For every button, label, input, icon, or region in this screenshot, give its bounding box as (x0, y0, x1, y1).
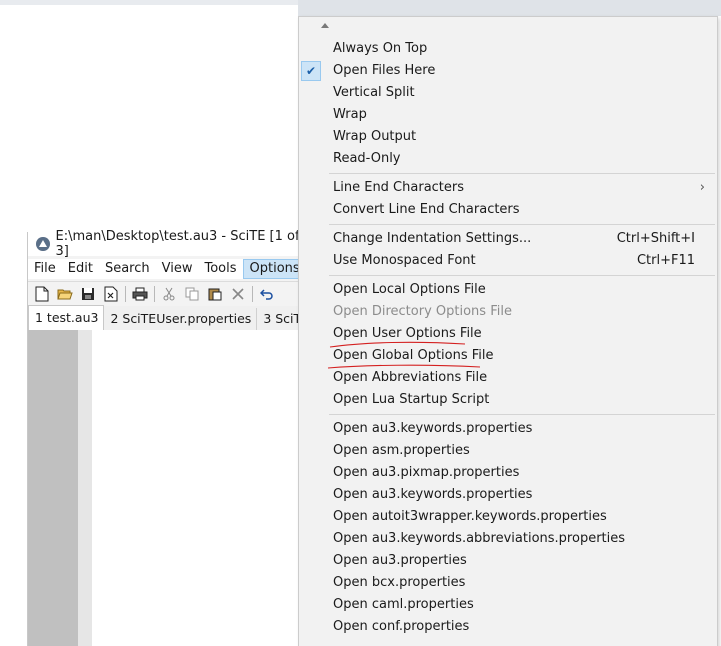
menu-item-label: Open caml.properties (333, 597, 474, 612)
menu-item-wrap-output[interactable]: Wrap Output (299, 126, 717, 148)
menu-item-open-bcx-properties[interactable]: Open bcx.properties (299, 572, 717, 594)
menu-item-label: Open Abbreviations File (333, 370, 488, 385)
menu-item-label: Always On Top (333, 41, 428, 56)
menu-separator (299, 411, 717, 418)
toolbar-separator (252, 286, 253, 302)
menu-item-open-au3-properties[interactable]: Open au3.properties (299, 550, 717, 572)
menu-item-label: Open Local Options File (333, 282, 486, 297)
delete-icon[interactable] (229, 285, 247, 303)
menu-item-label: Open conf.properties (333, 619, 470, 634)
new-file-icon[interactable] (33, 285, 51, 303)
menu-item-open-au3-keywords-properties[interactable]: Open au3.keywords.properties (299, 418, 717, 440)
file-tabs: 1 test.au3 2 SciTEUser.properties 3 SciT… (28, 305, 325, 330)
menu-item-label: Change Indentation Settings... (333, 231, 532, 246)
menu-item-open-directory-options-file: Open Directory Options File (299, 301, 717, 323)
menu-item-open-au3-keywords-abbreviations-properties[interactable]: Open au3.keywords.abbreviations.properti… (299, 528, 717, 550)
toolbar (28, 281, 308, 307)
menu-item-label: Open Lua Startup Script (333, 392, 490, 407)
undo-icon[interactable] (258, 285, 276, 303)
menu-item-open-conf-properties[interactable]: Open conf.properties (299, 616, 717, 638)
scite-window: E:\man\Desktop\test.au3 - SciTE [1 of 3]… (27, 229, 325, 646)
menu-search[interactable]: Search (99, 259, 156, 279)
title-bar: E:\man\Desktop\test.au3 - SciTE [1 of 3] (28, 229, 308, 259)
menu-item-shortcut: Ctrl+F11 (636, 253, 695, 268)
menu-item-label: Open Global Options File (333, 348, 494, 363)
menu-item-wrap[interactable]: Wrap (299, 104, 717, 126)
menu-scroll-up-icon[interactable] (321, 23, 329, 28)
menu-item-open-local-options-file[interactable]: Open Local Options File (299, 279, 717, 301)
tab-scite-user-properties[interactable]: 2 SciTEUser.properties (104, 308, 258, 330)
cut-icon[interactable] (160, 285, 178, 303)
menu-item-label: Vertical Split (333, 85, 415, 100)
copy-icon[interactable] (183, 285, 201, 303)
menu-item-label: Open au3.keywords.properties (333, 421, 533, 436)
editor-pane[interactable] (28, 330, 308, 646)
toolbar-separator (125, 286, 126, 302)
menu-tools[interactable]: Tools (198, 259, 242, 279)
menu-file[interactable]: File (28, 259, 62, 279)
menu-item-label: Open bcx.properties (333, 575, 466, 590)
toolbar-separator (154, 286, 155, 302)
menu-item-label: Wrap Output (333, 129, 417, 144)
options-menu-list: Always On Top ✔ Open Files Here Vertical … (299, 38, 717, 638)
menu-item-vertical-split[interactable]: Vertical Split (299, 82, 717, 104)
menu-item-label: Open au3.properties (333, 553, 467, 568)
menu-item-label: Open asm.properties (333, 443, 470, 458)
menu-item-label: Open autoit3wrapper.keywords.properties (333, 509, 607, 524)
menu-item-label: Convert Line End Characters (333, 202, 520, 217)
menu-item-label: Open au3.pixmap.properties (333, 465, 520, 480)
menu-item-open-global-options-file[interactable]: Open Global Options File (299, 345, 717, 367)
scite-app-icon (36, 237, 50, 251)
menu-item-label: Open au3.keywords.abbreviations.properti… (333, 531, 626, 546)
menu-item-open-files-here[interactable]: ✔ Open Files Here (299, 60, 717, 82)
menu-separator (299, 170, 717, 177)
menu-item-convert-line-end-characters[interactable]: Convert Line End Characters (299, 199, 717, 221)
menu-item-label: Line End Characters (333, 180, 465, 195)
menu-edit[interactable]: Edit (62, 259, 99, 279)
menu-bar: File Edit Search View Tools Options (28, 259, 308, 279)
menu-item-label: Wrap (333, 107, 367, 122)
open-folder-icon[interactable] (56, 285, 74, 303)
menu-separator (299, 221, 717, 228)
menu-item-open-au3-pixmap-properties[interactable]: Open au3.pixmap.properties (299, 462, 717, 484)
menu-separator (299, 272, 717, 279)
menu-item-label: Open Directory Options File (333, 304, 512, 319)
menu-item-label: Use Monospaced Font (333, 253, 476, 268)
menu-item-always-on-top[interactable]: Always On Top (299, 38, 717, 60)
menu-item-shortcut: Ctrl+Shift+I (616, 231, 695, 246)
menu-view[interactable]: View (156, 259, 199, 279)
menu-item-open-autoit3wrapper-keywords-properties[interactable]: Open autoit3wrapper.keywords.properties (299, 506, 717, 528)
print-icon[interactable] (131, 285, 149, 303)
menu-item-open-lua-startup-script[interactable]: Open Lua Startup Script (299, 389, 717, 411)
fold-margin (78, 330, 92, 646)
menu-item-open-asm-properties[interactable]: Open asm.properties (299, 440, 717, 462)
tab-test-au3[interactable]: 1 test.au3 (28, 305, 105, 330)
menu-item-label: Open au3.keywords.properties (333, 487, 533, 502)
screen: E:\man\Desktop\test.au3 - SciTE [1 of 3]… (0, 0, 721, 646)
menu-item-open-au3-keywords-properties-2[interactable]: Open au3.keywords.properties (299, 484, 717, 506)
menu-item-open-user-options-file[interactable]: Open User Options File (299, 323, 717, 345)
menu-item-label: Read-Only (333, 151, 401, 166)
checkmark-icon: ✔ (301, 61, 321, 81)
submenu-chevron-right-icon: › (699, 180, 705, 195)
background-tab-strip (298, 0, 721, 16)
options-dropdown-menu: Always On Top ✔ Open Files Here Vertical … (298, 16, 718, 646)
menu-item-open-abbreviations-file[interactable]: Open Abbreviations File (299, 367, 717, 389)
menu-item-open-caml-properties[interactable]: Open caml.properties (299, 594, 717, 616)
close-file-icon[interactable] (102, 285, 120, 303)
menu-item-label: Open Files Here (333, 63, 436, 78)
menu-item-line-end-characters[interactable]: Line End Characters › (299, 177, 717, 199)
menu-item-label: Open User Options File (333, 326, 482, 341)
menu-item-change-indentation-settings[interactable]: Change Indentation Settings... Ctrl+Shift… (299, 228, 717, 250)
save-icon[interactable] (79, 285, 97, 303)
paste-icon[interactable] (206, 285, 224, 303)
window-title: E:\man\Desktop\test.au3 - SciTE [1 of 3] (55, 229, 300, 259)
menu-item-read-only[interactable]: Read-Only (299, 148, 717, 170)
menu-item-use-monospaced-font[interactable]: Use Monospaced Font Ctrl+F11 (299, 250, 717, 272)
